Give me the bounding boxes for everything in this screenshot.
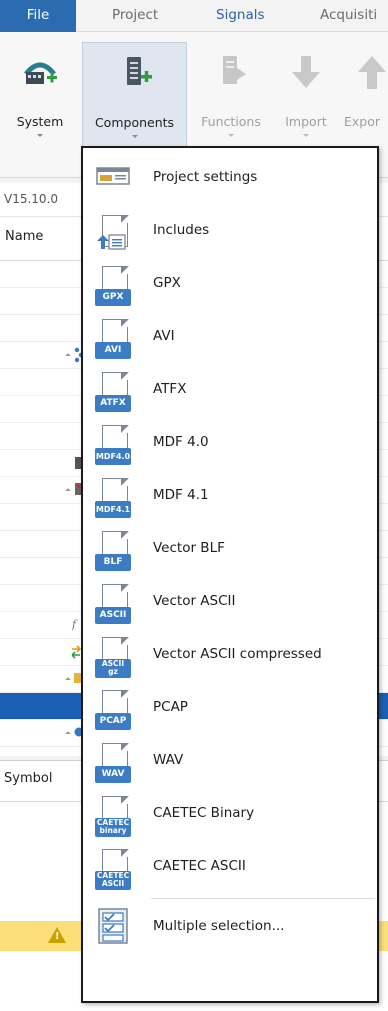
tab-file[interactable]: File <box>0 0 76 32</box>
caetec-ascii-file-icon: CAETEC ASCII <box>95 845 131 891</box>
functions-icon <box>223 56 246 84</box>
menu-item-atfx[interactable]: ATFX ATFX <box>83 364 377 417</box>
menu-item-label: Project settings <box>153 169 258 185</box>
expand-arrow-icon[interactable] <box>65 488 71 494</box>
chevron-down-icon <box>37 134 43 137</box>
blf-file-icon: BLF <box>95 527 131 573</box>
components-button[interactable]: Components <box>82 42 187 150</box>
menu-item-label: GPX <box>153 275 181 291</box>
atfx-file-icon: ATFX <box>95 368 131 414</box>
components-dropdown-menu: Project settings Includes GPX GPX AVI AV… <box>81 146 379 1003</box>
chevron-down-icon <box>228 134 234 137</box>
menu-item-label: MDF 4.1 <box>153 487 209 503</box>
expand-arrow-icon[interactable] <box>65 677 71 683</box>
tab-signals[interactable]: Signals <box>216 0 265 32</box>
export-label: Expor <box>344 114 381 129</box>
components-label: Components <box>94 115 175 130</box>
menu-item-caetec-ascii[interactable]: CAETEC ASCII CAETEC ASCII <box>83 841 377 894</box>
menu-item-label: AVI <box>153 328 175 344</box>
mdf40-file-icon: MDF4.0 <box>95 421 131 467</box>
menu-item-vector-blf[interactable]: BLF Vector BLF <box>83 523 377 576</box>
menu-separator <box>151 898 375 899</box>
symbol-column-header[interactable]: Symbol <box>4 771 52 786</box>
ascii-file-icon: ASCII <box>95 580 131 626</box>
pcap-file-icon: PCAP <box>95 686 131 732</box>
menu-item-label: CAETEC Binary <box>153 805 255 821</box>
menu-item-includes[interactable]: Includes <box>83 205 377 258</box>
menu-item-mdf41[interactable]: MDF4.1 MDF 4.1 <box>83 470 377 523</box>
export-arrow-up-icon <box>358 56 386 89</box>
system-button[interactable]: System <box>2 42 78 150</box>
menu-item-label: Vector BLF <box>153 540 225 556</box>
expand-arrow-icon[interactable] <box>65 353 71 359</box>
menu-item-caetec-binary[interactable]: CAETEC binary CAETEC Binary <box>83 788 377 841</box>
mdf41-file-icon: MDF4.1 <box>95 474 131 520</box>
tab-acquisition[interactable]: Acquisiti <box>320 0 377 32</box>
svg-text:f: f <box>72 618 78 631</box>
avi-file-icon: AVI <box>95 315 131 361</box>
menu-item-project-settings[interactable]: Project settings <box>83 152 377 205</box>
menu-item-label: Multiple selection... <box>153 918 285 934</box>
tab-project[interactable]: Project <box>112 0 158 32</box>
includes-icon <box>95 209 131 255</box>
menu-item-mdf40[interactable]: MDF4.0 MDF 4.0 <box>83 417 377 470</box>
wav-file-icon: WAV <box>95 739 131 785</box>
import-arrow-down-icon <box>292 56 320 88</box>
menu-item-pcap[interactable]: PCAP PCAP <box>83 682 377 735</box>
menu-item-label: Includes <box>153 222 210 238</box>
import-button[interactable]: Import <box>276 42 336 150</box>
chevron-down-icon <box>303 134 309 137</box>
version-text: V15.10.0 <box>4 192 59 206</box>
functions-button[interactable]: Functions <box>192 42 270 150</box>
menu-item-label: Vector ASCII compressed <box>153 646 322 662</box>
expand-arrow-icon[interactable] <box>65 731 71 737</box>
project-settings-icon <box>95 156 131 202</box>
system-add-icon <box>24 62 57 84</box>
name-column-header[interactable]: Name <box>5 229 43 244</box>
menu-item-multiple-selection[interactable]: Multiple selection... <box>83 901 377 954</box>
menu-item-avi[interactable]: AVI AVI <box>83 311 377 364</box>
menu-item-wav[interactable]: WAV WAV <box>83 735 377 788</box>
menu-item-label: ATFX <box>153 381 187 397</box>
gpx-file-icon: GPX <box>95 262 131 308</box>
menu-item-label: Vector ASCII <box>153 593 236 609</box>
menu-item-vector-ascii-compressed[interactable]: ASCII gz Vector ASCII compressed <box>83 629 377 682</box>
ribbon-tab-bar: File Project Signals Acquisiti <box>0 0 388 32</box>
menu-item-label: CAETEC ASCII <box>153 858 246 874</box>
multiple-selection-icon <box>95 905 131 951</box>
menu-item-label: PCAP <box>153 699 188 715</box>
ascii-gz-file-icon: ASCII gz <box>95 633 131 679</box>
menu-item-label: WAV <box>153 752 184 768</box>
caetec-binary-file-icon: CAETEC binary <box>95 792 131 838</box>
warning-icon: ! <box>48 927 66 943</box>
menu-item-vector-ascii[interactable]: ASCII Vector ASCII <box>83 576 377 629</box>
components-add-icon <box>126 57 152 85</box>
menu-item-gpx[interactable]: GPX GPX <box>83 258 377 311</box>
import-label: Import <box>285 114 327 129</box>
system-label: System <box>16 114 64 129</box>
chevron-down-icon <box>131 135 138 138</box>
functions-label: Functions <box>201 114 261 129</box>
menu-item-label: MDF 4.0 <box>153 434 209 450</box>
export-button[interactable]: Expor <box>344 42 388 150</box>
